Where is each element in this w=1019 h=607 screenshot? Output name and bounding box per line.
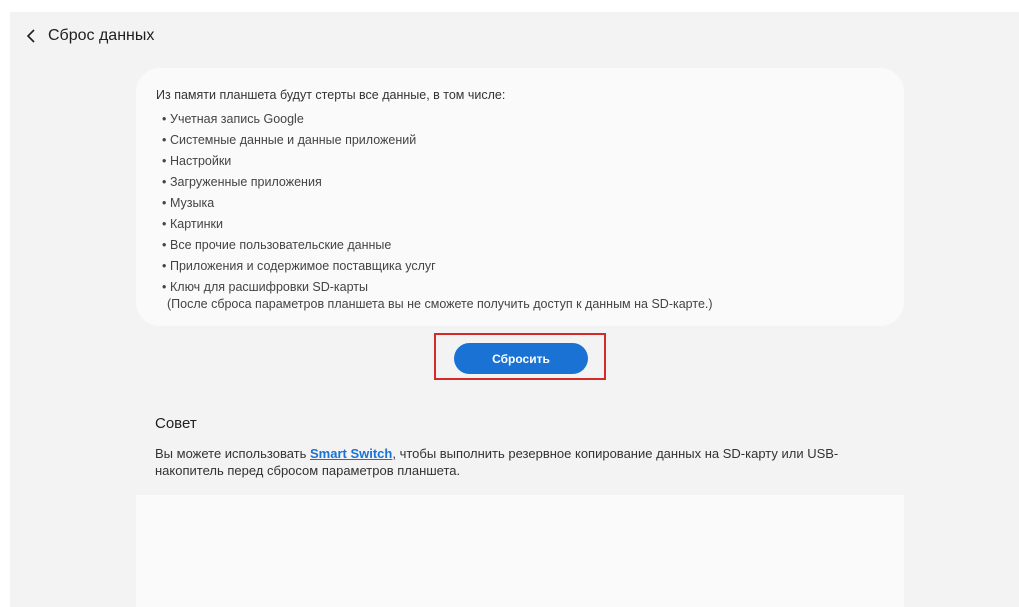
chevron-left-icon[interactable] xyxy=(20,25,42,47)
info-intro: Из памяти планшета будут стерты все данн… xyxy=(156,88,506,102)
list-item-label: Музыка xyxy=(170,196,215,210)
info-card: Из памяти планшета будут стерты все данн… xyxy=(136,68,904,326)
reset-button[interactable]: Сбросить xyxy=(454,343,588,374)
list-item: • Учетная запись Google xyxy=(162,112,304,126)
list-item: • Все прочие пользовательские данные xyxy=(162,238,392,252)
tip-title: Совет xyxy=(155,415,197,432)
list-item: • Ключ для расшифровки SD-карты xyxy=(162,280,369,294)
info-note: (После сброса параметров планшета вы не … xyxy=(167,297,713,311)
list-item-label: Системные данные и данные приложений xyxy=(170,133,417,147)
list-item-label: Настройки xyxy=(170,154,232,168)
list-item-label: Картинки xyxy=(170,217,223,231)
list-item: • Картинки xyxy=(162,217,223,231)
list-item: • Музыка xyxy=(162,196,215,210)
list-item-label: Все прочие пользовательские данные xyxy=(170,238,392,252)
page-title: Сброс данных xyxy=(48,27,155,44)
screen: Сброс данных Из памяти планшета будут ст… xyxy=(10,12,1019,607)
list-item-label: Загруженные приложения xyxy=(170,175,322,189)
list-item: • Приложения и содержимое поставщика услу… xyxy=(162,259,436,273)
bottom-card xyxy=(136,495,904,607)
list-item-label: Ключ для расшифровки SD-карты xyxy=(170,280,369,294)
list-item: • Системные данные и данные приложений xyxy=(162,133,417,147)
list-item-label: Учетная запись Google xyxy=(170,112,304,126)
list-item-label: Приложения и содержимое поставщика услуг xyxy=(170,259,436,273)
smart-switch-link[interactable]: Smart Switch xyxy=(310,446,392,461)
tip-text: Вы можете использовать Smart Switch, что… xyxy=(155,445,875,479)
list-item: • Настройки xyxy=(162,154,232,168)
list-item: • Загруженные приложения xyxy=(162,175,322,189)
info-list: • Учетная запись Google • Системные данные… xyxy=(162,109,436,298)
tip-text-before: Вы можете использовать xyxy=(155,446,310,461)
header: Сброс данных xyxy=(20,22,154,50)
